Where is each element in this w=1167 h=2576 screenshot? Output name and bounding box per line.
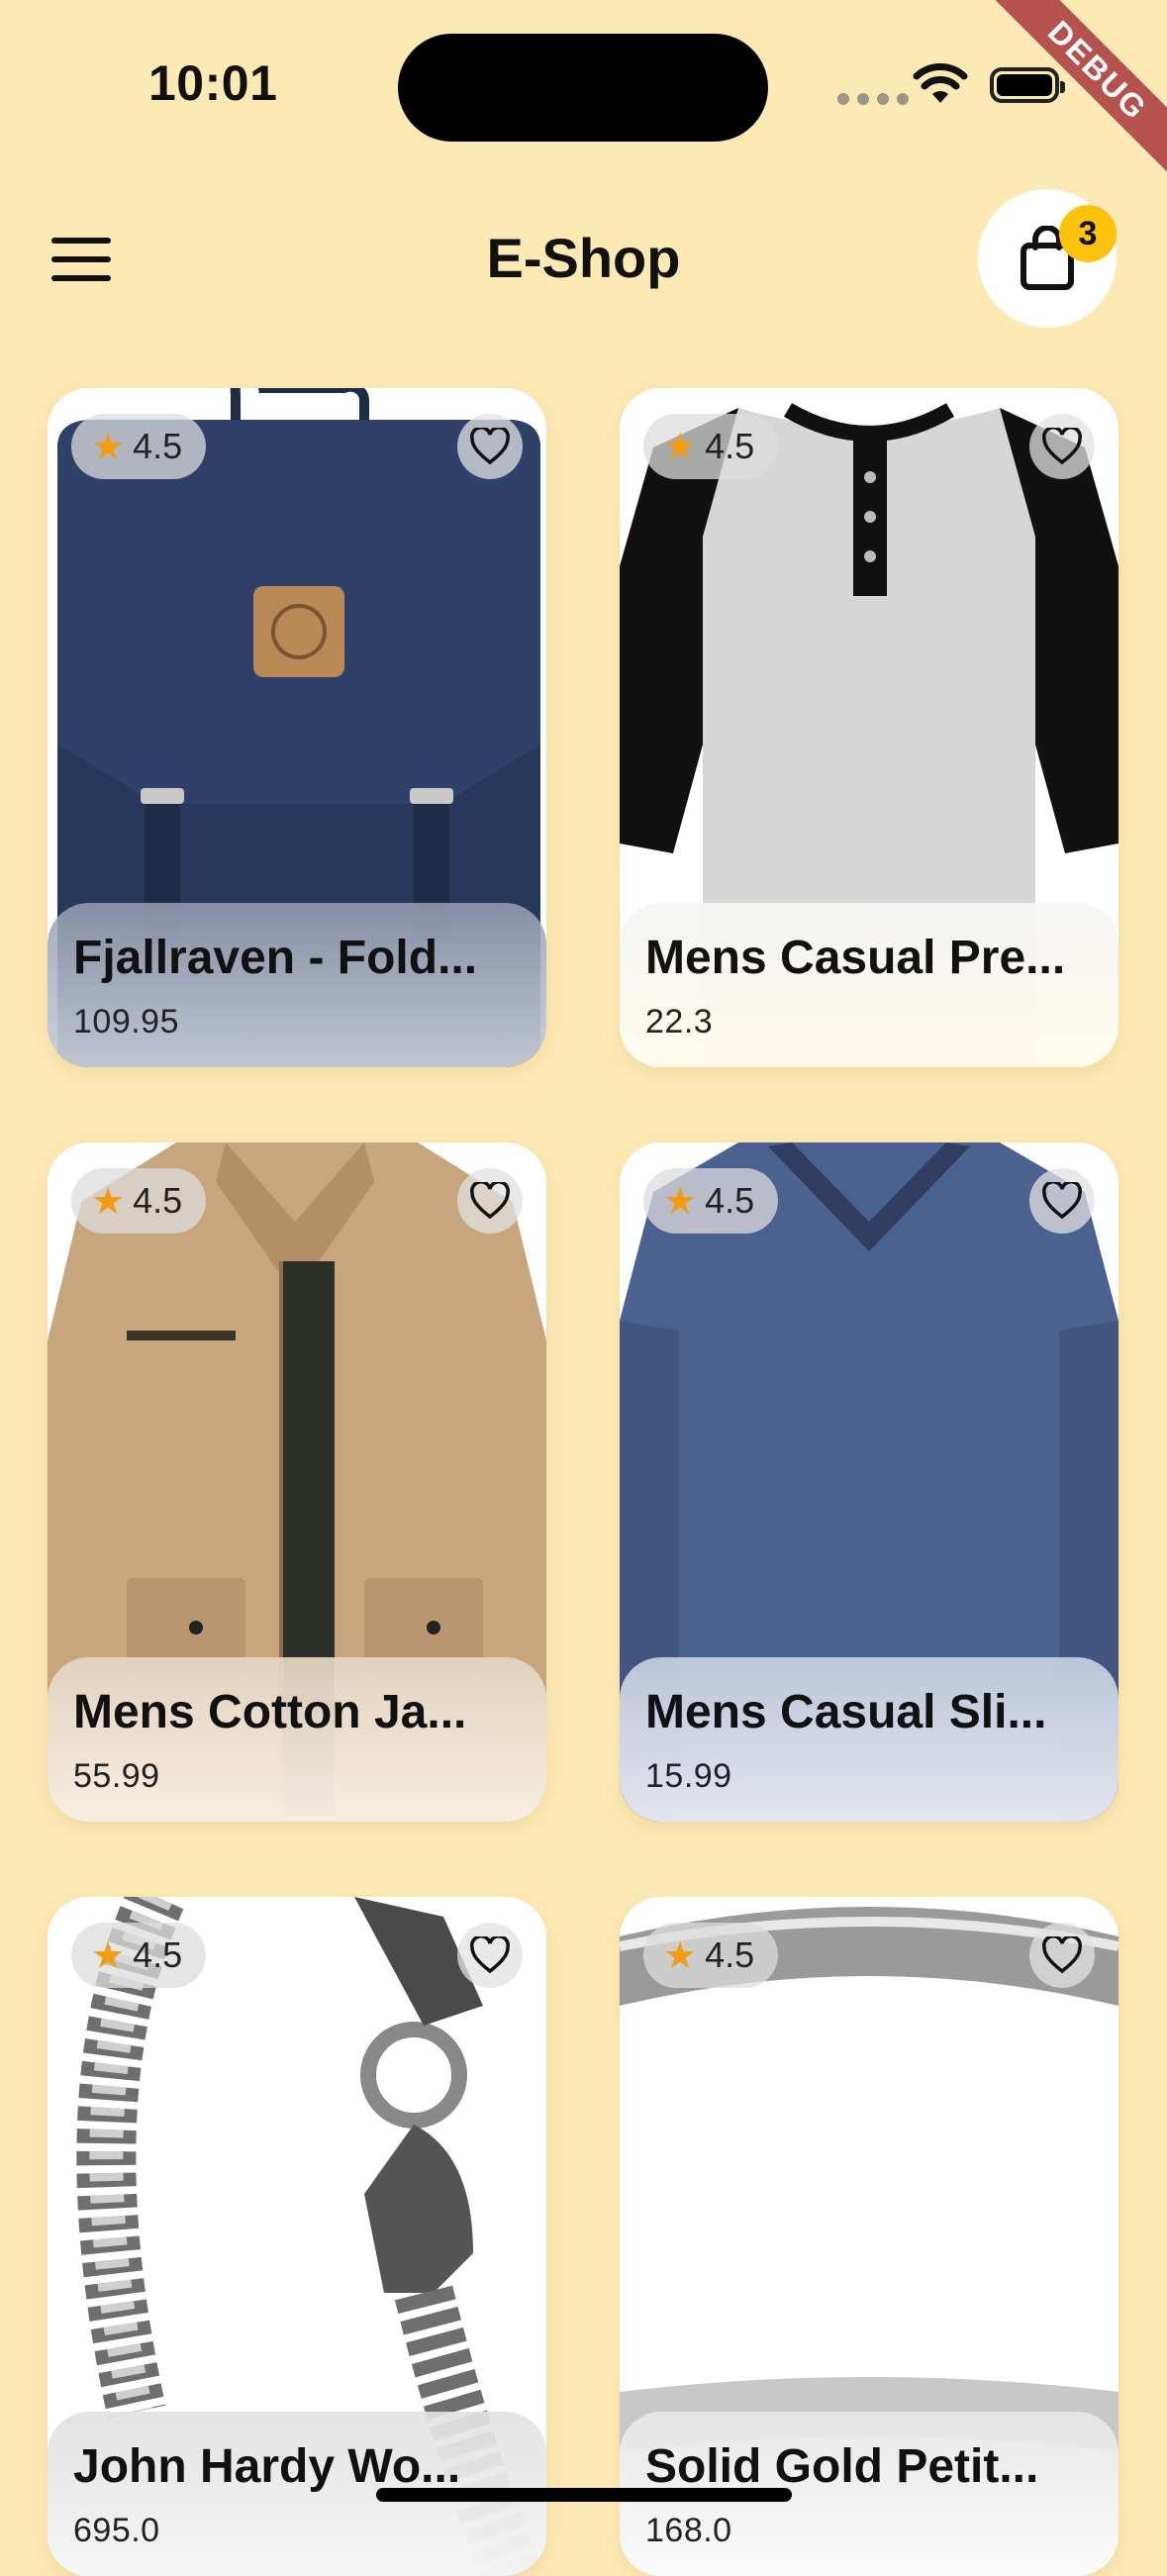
- product-price: 22.3: [645, 1003, 714, 1040]
- favorite-button[interactable]: [1029, 414, 1095, 479]
- rating-badge: ★ 4.5: [643, 1168, 779, 1234]
- product-name: Fjallraven - Fold...: [73, 932, 478, 984]
- product-card[interactable]: ★ 4.5 Mens Casual Sli... 15.99: [620, 1142, 1118, 1822]
- favorite-button[interactable]: [457, 414, 523, 479]
- debug-banner: DEBUG: [949, 0, 1167, 218]
- heart-outline-icon: [1042, 1936, 1082, 1974]
- heart-outline-icon: [1042, 428, 1082, 465]
- product-card[interactable]: ★ 4.5 Solid Gold Petit... 168.0: [620, 1897, 1118, 2576]
- debug-label: DEBUG: [990, 0, 1167, 178]
- product-info: Mens Cotton Ja... 55.99: [48, 1657, 546, 1822]
- product-name: Mens Casual Sli...: [645, 1686, 1047, 1738]
- product-name: Mens Cotton Ja...: [73, 1686, 467, 1738]
- dynamic-island: [398, 34, 768, 142]
- favorite-button[interactable]: [457, 1923, 523, 1988]
- home-indicator[interactable]: [376, 2488, 792, 2502]
- rating-badge: ★ 4.5: [643, 1923, 779, 1988]
- star-icon: ★: [663, 1180, 698, 1223]
- product-price: 55.99: [73, 1757, 160, 1795]
- product-price: 15.99: [645, 1757, 732, 1795]
- rating-value: 4.5: [133, 1934, 183, 1975]
- rating-badge: ★ 4.5: [71, 414, 207, 479]
- product-card[interactable]: ★ 4.5 John Hardy Wo... 695.0: [48, 1897, 546, 2576]
- product-info: Fjallraven - Fold... 109.95: [48, 903, 546, 1067]
- star-icon: ★: [663, 1934, 698, 1977]
- rating-badge: ★ 4.5: [643, 414, 779, 479]
- product-name: Mens Casual Pre...: [645, 932, 1066, 984]
- product-name: John Hardy Wo...: [73, 2440, 461, 2493]
- product-info: Mens Casual Sli... 15.99: [620, 1657, 1118, 1822]
- star-icon: ★: [91, 426, 126, 468]
- cellular-signal-icon: [837, 93, 909, 105]
- heart-outline-icon: [470, 428, 510, 465]
- heart-outline-icon: [1042, 1182, 1082, 1220]
- star-icon: ★: [663, 426, 698, 468]
- rating-value: 4.5: [705, 1180, 755, 1221]
- rating-badge: ★ 4.5: [71, 1923, 207, 1988]
- rating-value: 4.5: [133, 1180, 183, 1221]
- favorite-button[interactable]: [1029, 1168, 1095, 1234]
- heart-outline-icon: [470, 1182, 510, 1220]
- star-icon: ★: [91, 1934, 126, 1977]
- rating-value: 4.5: [705, 1934, 755, 1975]
- cart-badge: 3: [1059, 205, 1117, 262]
- product-card[interactable]: ★ 4.5 Mens Cotton Ja... 55.99: [48, 1142, 546, 1822]
- rating-value: 4.5: [133, 426, 183, 466]
- heart-outline-icon: [470, 1936, 510, 1974]
- star-icon: ★: [91, 1180, 126, 1223]
- rating-value: 4.5: [705, 426, 755, 466]
- product-price: 109.95: [73, 1003, 179, 1040]
- product-price: 168.0: [645, 2512, 732, 2549]
- product-info: Mens Casual Pre... 22.3: [620, 903, 1118, 1067]
- product-price: 695.0: [73, 2512, 160, 2549]
- status-time: 10:01: [148, 55, 278, 111]
- product-card[interactable]: ★ 4.5 Fjallraven - Fold... 109.95: [48, 388, 546, 1067]
- favorite-button[interactable]: [457, 1168, 523, 1234]
- product-name: Solid Gold Petit...: [645, 2440, 1039, 2493]
- product-card[interactable]: ★ 4.5 Mens Casual Pre... 22.3: [620, 388, 1118, 1067]
- favorite-button[interactable]: [1029, 1923, 1095, 1988]
- rating-badge: ★ 4.5: [71, 1168, 207, 1234]
